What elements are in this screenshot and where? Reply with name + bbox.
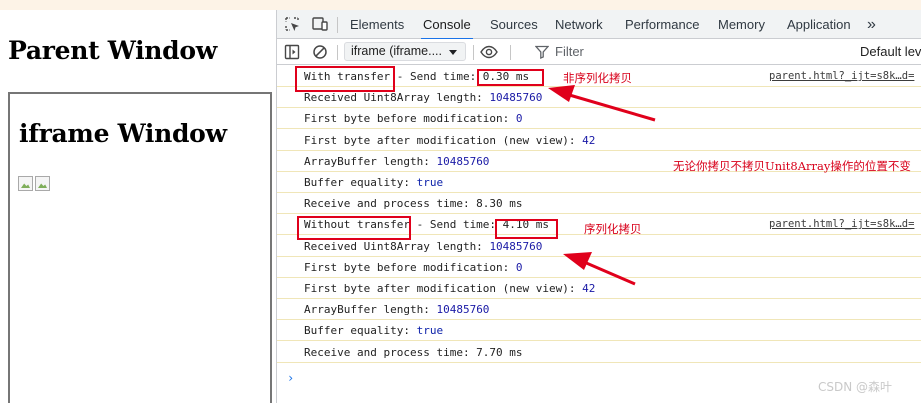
console-message-text: Received Uint8Array length: 10485760 [304,240,542,253]
browser-top-strip [0,0,921,10]
console-message-label: First byte before modification: [304,260,516,274]
parent-window-heading: Parent Window [8,36,217,65]
more-tabs-icon[interactable]: » [867,10,876,39]
sidebar-toggle-icon[interactable] [284,44,300,60]
console-message-label: ArrayBuffer length: [304,303,437,317]
tab-console[interactable]: Console [421,10,473,40]
console-message-label: First byte after modification (new view)… [304,133,583,147]
toolbar-separator [473,45,474,60]
iframe-frame[interactable]: iframe Window [8,92,272,403]
inspect-element-icon[interactable] [284,16,300,32]
filter-input[interactable]: Filter [555,44,584,59]
source-link[interactable]: parent.html?_ijt=s8k…d= [769,70,914,82]
context-select[interactable]: iframe (iframe.... [344,42,466,61]
live-expression-eye-icon[interactable] [480,44,498,60]
annotation-box-without-transfer [297,216,411,240]
console-message-text: ArrayBuffer length: 10485760 [304,303,489,316]
chevron-down-icon [449,50,457,55]
tab-application[interactable]: Application [787,10,851,39]
annotation-non-serialized: 非序列化拷贝 [563,71,632,85]
console-message-text: Receive and process time: 7.70 ms [304,345,523,359]
console-message-value: true [416,176,444,189]
console-message-value: 10485760 [436,154,490,168]
console-message-text: Buffer equality: true [304,324,443,337]
annotation-position-note: 无论你拷贝不拷贝Unit8Array操作的位置不变 [673,159,911,173]
console-message-value: 42 [582,133,596,147]
console-message-label: First byte after modification (new view)… [304,282,583,295]
console-message-value: 0 [515,112,523,126]
tab-sources[interactable]: Sources [490,10,538,39]
console-message-text: First byte before modification: 0 [304,261,523,274]
console-message: First byte before modification: 0 [277,108,921,130]
console-message: First byte after modification (new view)… [277,130,921,151]
console-message-text: First byte before modification: 0 [304,112,523,125]
console-message-value: 10485760 [489,91,543,105]
console-message-text: Received Uint8Array length: 10485760 [304,91,542,104]
console-message-text: Receive and process time: 8.30 ms [304,197,523,211]
console-message-label: Buffer equality: [304,324,417,338]
console-message-label: Received Uint8Array length: [304,239,490,253]
console-message-text: Buffer equality: true [304,176,443,189]
console-message-value: 42 [582,282,596,295]
source-link[interactable]: parent.html?_ijt=s8k…d= [769,218,914,230]
console-message: Receive and process time: 8.30 ms [277,193,921,215]
clear-console-icon[interactable] [312,44,328,60]
console-message: First byte after modification (new view)… [277,278,921,299]
tab-elements[interactable]: Elements [350,10,404,39]
console-message-label: ArrayBuffer length: [304,154,437,168]
csdn-watermark: CSDN @森叶 [818,380,893,394]
annotation-serialized: 序列化拷贝 [584,222,642,236]
tab-performance[interactable]: Performance [625,10,699,39]
console-message: First byte before modification: 0 [277,257,921,278]
annotation-box-send-time-2 [495,219,558,239]
console-message-value: 10485760 [436,303,490,317]
console-message-text: First byte after modification (new view)… [304,134,595,147]
console-message-value: 0 [515,260,523,274]
console-message-value: 10485760 [489,239,543,253]
console-message-text: ArrayBuffer length: 10485760 [304,155,489,168]
toolbar-separator [337,45,338,60]
console-message-label: Received Uint8Array length: [304,91,490,105]
console-prompt-icon[interactable]: › [287,371,294,385]
context-select-value: iframe (iframe.... [351,44,442,58]
device-toolbar-icon[interactable] [312,16,328,32]
console-toolbar: iframe (iframe.... Filter Default lev [277,39,921,65]
console-message: Buffer equality: true [277,320,921,342]
log-levels-dropdown[interactable]: Default lev [860,44,921,59]
iframe-window-heading: iframe Window [19,119,227,148]
console-message: Buffer equality: true [277,172,921,193]
console-message-text: First byte after modification (new view)… [304,282,595,295]
console-message-label: First byte before modification: [304,112,516,126]
filter-icon [535,45,549,59]
console-message-value: true [416,324,444,338]
tab-memory[interactable]: Memory [718,10,765,39]
toolbar-separator [510,45,511,60]
console-message: ArrayBuffer length: 10485760 [277,299,921,321]
console-message: Receive and process time: 7.70 ms [277,342,921,363]
console-message-label: Buffer equality: [304,176,417,189]
annotation-box-with-transfer [295,66,395,92]
page-viewport: Parent Window iframe Window [0,10,276,403]
tab-network[interactable]: Network [555,10,603,39]
broken-image-icon [18,176,33,191]
broken-image-icon [35,176,50,191]
annotation-box-send-time-1 [477,69,544,86]
devtools-tabbar: Elements Console Sources Network Performance… [277,10,921,40]
tab-separator [337,17,338,33]
